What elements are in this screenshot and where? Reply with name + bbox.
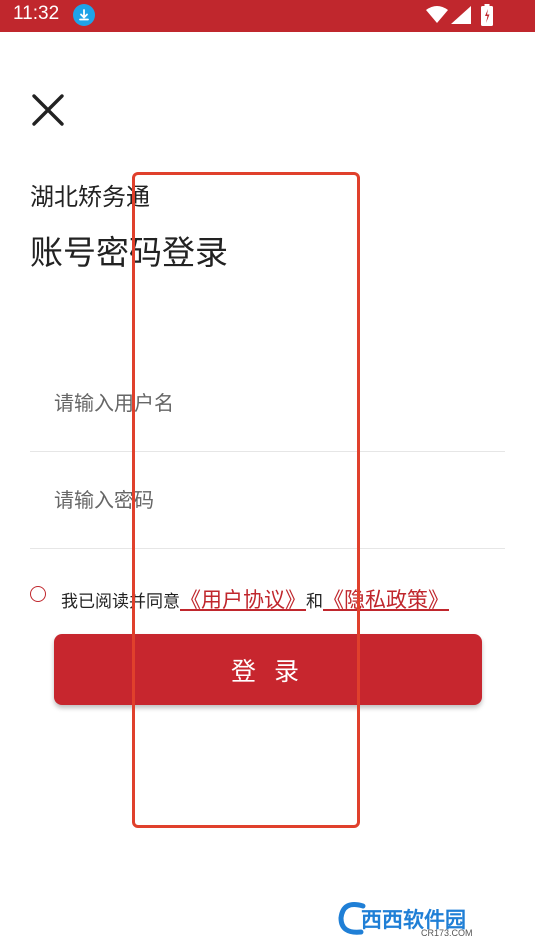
username-field <box>30 355 505 452</box>
agreement-text: 我已阅读并同意《用户协议》和《隐私政策》 <box>61 584 449 614</box>
password-field <box>30 452 505 549</box>
agreement-prefix: 我已阅读并同意 <box>61 592 180 612</box>
close-button[interactable] <box>30 92 66 128</box>
wifi-icon <box>426 6 448 28</box>
password-input[interactable] <box>30 452 505 548</box>
battery-icon <box>481 4 493 30</box>
close-icon <box>32 94 64 126</box>
signal-icon <box>451 6 471 28</box>
app-name: 湖北矫务通 <box>30 183 150 211</box>
page-title: 账号密码登录 <box>30 233 228 272</box>
agreement-radio[interactable] <box>30 586 46 602</box>
agreement-row: 我已阅读并同意《用户协议》和《隐私政策》 <box>30 582 510 612</box>
login-button[interactable]: 登录 <box>54 634 482 705</box>
status-bar: 11:32 <box>0 0 535 32</box>
watermark-subtext: CR173.COM <box>421 928 473 938</box>
watermark-logo: 西西软件园 CR173.COM <box>337 898 517 938</box>
status-time: 11:32 <box>13 3 60 24</box>
download-icon <box>73 4 95 26</box>
agreement-and: 和 <box>306 592 323 612</box>
user-agreement-link[interactable]: 《用户协议》 <box>180 588 306 612</box>
privacy-policy-link[interactable]: 《隐私政策》 <box>323 588 449 612</box>
username-input[interactable] <box>30 355 505 451</box>
